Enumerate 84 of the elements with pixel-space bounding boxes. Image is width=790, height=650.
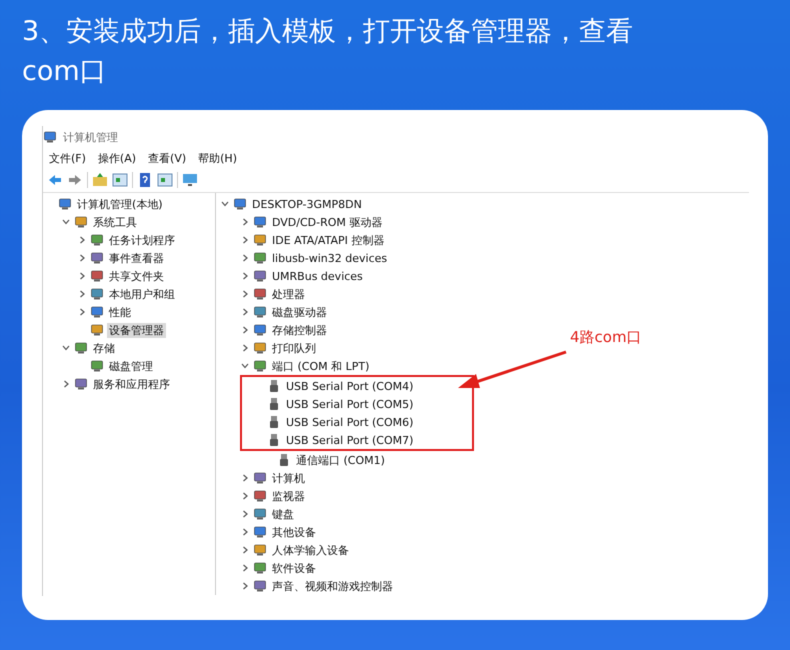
heading-text: com口	[22, 55, 108, 89]
device-category[interactable]: 键盘	[270, 506, 296, 522]
tree-item[interactable]: 事件查看器	[107, 250, 166, 266]
menu-item[interactable]: 操作(A)	[98, 150, 136, 166]
annotation-label: 4路com口	[570, 328, 642, 347]
tree-item[interactable]: 系统工具	[91, 214, 139, 230]
heading-text: 3、安装成功后，插入模板，打开设备管理器，查看	[22, 15, 634, 49]
device-item[interactable]: USB Serial Port (COM6)	[284, 416, 416, 428]
device-category[interactable]: 端口 (COM 和 LPT)	[270, 358, 372, 374]
device-item[interactable]: USB Serial Port (COM5)	[284, 398, 416, 410]
device-category[interactable]: 监视器	[270, 488, 307, 504]
forward-arrow-icon[interactable]	[67, 172, 83, 188]
device-category-icon	[253, 489, 267, 503]
menu-item[interactable]: 文件(F)	[49, 150, 86, 166]
device-category-icon	[253, 323, 267, 337]
port-icon	[267, 379, 281, 393]
device-category[interactable]: 处理器	[270, 286, 307, 302]
port-icon	[277, 453, 291, 467]
menu-item[interactable]: 帮助(H)	[198, 150, 237, 166]
tree-node-icon	[90, 269, 104, 283]
tree-node-icon	[90, 359, 104, 373]
device-category[interactable]: 其他设备	[270, 524, 318, 540]
port-icon	[267, 433, 281, 447]
device-item[interactable]: USB Serial Port (COM4)	[284, 380, 416, 392]
tree-node-icon	[58, 197, 72, 211]
tree-root[interactable]: DESKTOP-3GMP8DN	[250, 198, 364, 210]
tree-item[interactable]: 任务计划程序	[107, 232, 177, 248]
folder-up-icon[interactable]	[92, 172, 108, 188]
device-category-icon	[253, 471, 267, 485]
tree-item[interactable]: 磁盘管理	[107, 358, 155, 374]
device-category-icon	[253, 251, 267, 265]
port-icon	[267, 397, 281, 411]
collapse-chevron-icon[interactable]	[61, 217, 71, 227]
collapse-chevron-icon[interactable]	[240, 361, 250, 371]
device-category[interactable]: UMRBus devices	[270, 270, 365, 282]
device-category-icon	[253, 287, 267, 301]
device-category-icon	[253, 561, 267, 575]
help-icon[interactable]	[137, 172, 153, 188]
device-category-icon	[253, 305, 267, 319]
device-category[interactable]: 计算机	[270, 470, 307, 486]
port-icon	[267, 415, 281, 429]
device-item[interactable]: USB Serial Port (COM7)	[284, 434, 416, 446]
app-icon	[43, 130, 57, 144]
tree-node-icon	[90, 233, 104, 247]
tree-node-icon	[90, 305, 104, 319]
tree-node-icon	[90, 287, 104, 301]
monitor-icon[interactable]	[182, 172, 198, 188]
tree-item[interactable]: 性能	[107, 304, 133, 320]
computer-icon	[233, 197, 247, 211]
device-item[interactable]: 通信端口 (COM1)	[294, 452, 387, 468]
window-title: 计算机管理	[63, 130, 118, 144]
tree-node-icon	[74, 377, 88, 391]
tree-item[interactable]: 共享文件夹	[107, 268, 166, 284]
device-category[interactable]: 声音、视频和游戏控制器	[270, 578, 395, 594]
tree-node-icon	[90, 323, 104, 337]
device-category[interactable]: 人体学输入设备	[270, 542, 351, 558]
menu-item[interactable]: 查看(V)	[148, 150, 186, 166]
device-category[interactable]: DVD/CD-ROM 驱动器	[270, 214, 384, 230]
collapse-chevron-icon[interactable]	[61, 343, 71, 353]
device-category-icon	[253, 233, 267, 247]
device-category-icon	[253, 341, 267, 355]
tree-item[interactable]: 设备管理器	[107, 322, 166, 338]
tree-node-icon	[90, 251, 104, 265]
device-category-icon	[253, 543, 267, 557]
device-category[interactable]: IDE ATA/ATAPI 控制器	[270, 232, 386, 248]
device-category[interactable]: 打印队列	[270, 340, 318, 356]
device-category[interactable]: 存储控制器	[270, 322, 329, 338]
device-category[interactable]: libusb-win32 devices	[270, 252, 390, 264]
device-category[interactable]: 磁盘驱动器	[270, 304, 329, 320]
device-category-icon	[253, 525, 267, 539]
tree-item[interactable]: 计算机管理(本地)	[75, 196, 165, 212]
device-category-icon	[253, 507, 267, 521]
device-category[interactable]: 软件设备	[270, 560, 318, 576]
tree-item[interactable]: 本地用户和组	[107, 286, 177, 302]
tree-item[interactable]: 存储	[91, 340, 117, 356]
tree-node-icon	[74, 341, 88, 355]
back-arrow-icon[interactable]	[47, 172, 63, 188]
device-category-icon	[253, 579, 267, 593]
collapse-chevron-icon[interactable]	[220, 199, 230, 209]
tree-item[interactable]: 服务和应用程序	[91, 376, 172, 392]
device-category-icon	[253, 359, 267, 373]
device-category-icon	[253, 269, 267, 283]
device-category-icon	[253, 215, 267, 229]
tree-node-icon	[74, 215, 88, 229]
